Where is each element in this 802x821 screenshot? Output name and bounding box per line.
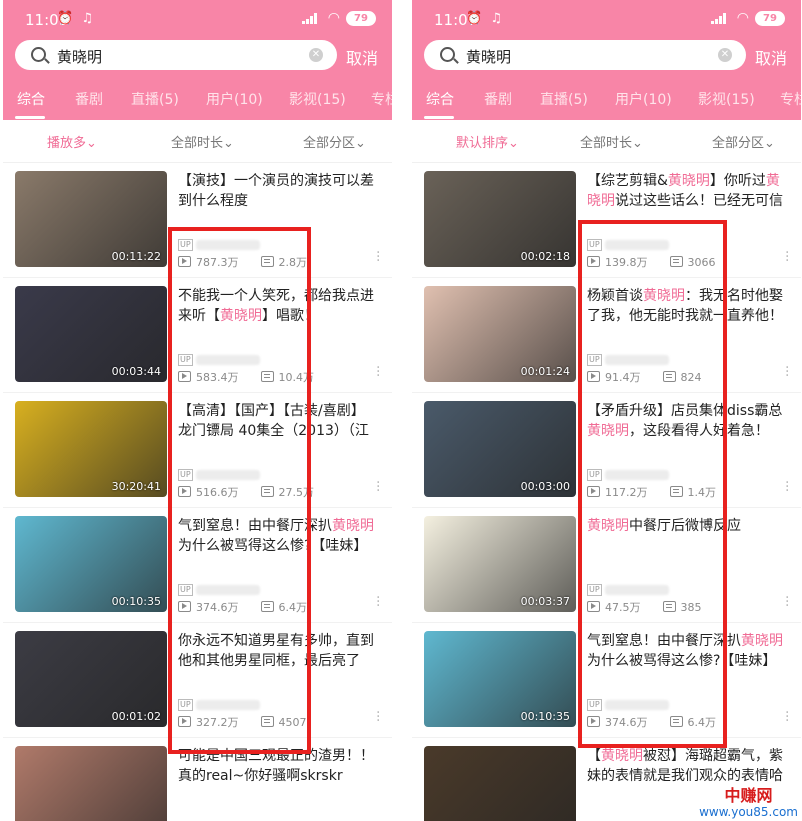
video-thumbnail[interactable]: 00:10:35	[424, 631, 576, 727]
highlight-box-left	[168, 227, 311, 754]
video-thumbnail[interactable]: 00:03:37	[424, 516, 576, 612]
more-options-icon[interactable]: · · ·	[376, 361, 380, 383]
search-query: 黄晓明	[57, 48, 103, 66]
video-thumbnail[interactable]	[424, 746, 576, 821]
video-thumbnail[interactable]: 00:10:35	[15, 516, 167, 612]
video-duration: 00:03:00	[520, 480, 570, 493]
result-tabs: 综合 番剧 直播(5) 用户(10) 影视(15) 专栏	[3, 82, 392, 120]
tab-users[interactable]: 用户(10)	[615, 89, 672, 109]
filter-bar: 默认排序⌄ 全部时长⌄ 全部分区⌄	[412, 120, 801, 163]
more-options-icon[interactable]: · · ·	[376, 591, 380, 613]
highlight-box-right	[578, 220, 727, 748]
battery-icon: 79	[755, 11, 785, 26]
highlighted-keyword: 黄晓明	[601, 748, 643, 764]
title-text: 【演技】一个演员的演技可以差到什么程度	[178, 173, 374, 209]
duration-filter[interactable]: 全部时长⌄	[171, 132, 234, 151]
clear-icon[interactable]: ✕	[309, 48, 323, 62]
video-duration: 00:01:24	[520, 365, 570, 378]
site-watermark: 中赚网 www.you85.com	[699, 786, 798, 820]
app-header: 11:09 ⏰ ♫ ◠ 79 黄晓明 ✕ 取消 综合 番剧 直播(5) 用户(1…	[3, 0, 392, 120]
active-tab-indicator	[15, 116, 45, 119]
highlighted-keyword: 黄晓明	[667, 173, 710, 189]
search-icon	[440, 47, 455, 62]
tab-users[interactable]: 用户(10)	[206, 89, 263, 109]
video-title[interactable]: 【综艺剪辑&黄晓明】你听过黄晓明说过这些话么！已经无可信度…	[587, 171, 787, 211]
more-options-icon[interactable]: · · ·	[376, 476, 380, 498]
more-options-icon[interactable]: · · ·	[785, 706, 789, 728]
video-duration: 00:01:02	[111, 710, 161, 723]
more-options-icon[interactable]: · · ·	[785, 246, 789, 268]
video-title[interactable]: 【黄晓明被怼】海璐超霸气，紫妹的表情就是我们观众的表情哈哈…	[587, 746, 787, 786]
video-thumbnail[interactable]: 30:20:41	[15, 401, 167, 497]
filter-bar: 播放多⌄ 全部时长⌄ 全部分区⌄	[3, 120, 392, 163]
alarm-headset-icons: ⏰ ♫	[57, 11, 95, 26]
result-tabs: 综合 番剧 直播(5) 用户(10) 影视(15) 专栏	[412, 82, 801, 120]
more-options-icon[interactable]: · · ·	[785, 361, 789, 383]
cancel-button[interactable]: 取消	[755, 45, 787, 69]
highlighted-keyword: 黄晓明	[332, 518, 374, 534]
video-duration: 00:10:35	[111, 595, 161, 608]
more-options-icon[interactable]: · · ·	[376, 706, 380, 728]
search-icon	[31, 47, 46, 62]
video-thumbnail[interactable]: 00:01:24	[424, 286, 576, 382]
video-thumbnail[interactable]: 00:03:44	[15, 286, 167, 382]
tab-live[interactable]: 直播(5)	[131, 89, 179, 109]
video-title[interactable]: 【演技】一个演员的演技可以差到什么程度	[178, 171, 378, 211]
sort-filter[interactable]: 默认排序⌄	[456, 132, 519, 151]
tab-bangumi[interactable]: 番剧	[484, 89, 512, 109]
tab-live[interactable]: 直播(5)	[540, 89, 588, 109]
video-duration: 00:11:22	[111, 250, 161, 263]
status-bar: 11:09 ⏰ ♫ ◠ 79	[3, 0, 392, 36]
tab-movies[interactable]: 影视(15)	[289, 89, 346, 109]
cancel-button[interactable]: 取消	[346, 45, 378, 69]
tab-articles[interactable]: 专栏	[780, 89, 801, 109]
more-options-icon[interactable]: · · ·	[785, 476, 789, 498]
search-input[interactable]: 黄晓明 ✕	[424, 40, 746, 70]
signal-icon	[711, 13, 726, 24]
video-duration: 00:10:35	[520, 710, 570, 723]
tab-bangumi[interactable]: 番剧	[75, 89, 103, 109]
signal-icon	[302, 13, 317, 24]
tab-movies[interactable]: 影视(15)	[698, 89, 755, 109]
active-tab-indicator	[424, 116, 454, 119]
tab-all[interactable]: 综合	[426, 89, 454, 109]
title-text: 【综艺剪辑&	[587, 173, 668, 189]
video-thumbnail[interactable]: 00:03:00	[424, 401, 576, 497]
search-query: 黄晓明	[466, 48, 512, 66]
video-duration: 00:03:44	[111, 365, 161, 378]
clear-icon[interactable]: ✕	[718, 48, 732, 62]
title-text: 【	[587, 748, 601, 764]
sort-filter[interactable]: 播放多⌄	[47, 132, 97, 151]
video-thumbnail[interactable]: 00:11:22	[15, 171, 167, 267]
watermark-url: www.you85.com	[699, 805, 798, 819]
video-thumbnail[interactable]: 00:01:02	[15, 631, 167, 727]
watermark-title: 中赚网	[724, 786, 773, 805]
highlighted-keyword: 黄晓明	[741, 633, 783, 649]
video-thumbnail[interactable]: 00:02:18	[424, 171, 576, 267]
title-text: 】你听过	[709, 173, 766, 189]
search-input[interactable]: 黄晓明 ✕	[15, 40, 337, 70]
video-thumbnail[interactable]	[15, 746, 167, 821]
tab-all[interactable]: 综合	[17, 89, 45, 109]
video-duration: 00:02:18	[520, 250, 570, 263]
wifi-icon: ◠	[736, 10, 749, 26]
more-options-icon[interactable]: · · ·	[376, 246, 380, 268]
more-options-icon[interactable]: · · ·	[785, 591, 789, 613]
video-duration: 00:03:37	[520, 595, 570, 608]
status-bar: 11:07 ⏰ ♫ ◠ 79	[412, 0, 801, 36]
category-filter[interactable]: 全部分区⌄	[712, 132, 775, 151]
category-filter[interactable]: 全部分区⌄	[303, 132, 366, 151]
tab-articles[interactable]: 专栏	[371, 89, 392, 109]
app-header: 11:07 ⏰ ♫ ◠ 79 黄晓明 ✕ 取消 综合 番剧 直播(5) 用户(1…	[412, 0, 801, 120]
title-text: 说过这些话么！已经无可信度…	[615, 193, 783, 209]
battery-icon: 79	[346, 11, 376, 26]
alarm-headset-icons: ⏰ ♫	[466, 11, 504, 26]
wifi-icon: ◠	[327, 10, 340, 26]
video-duration: 30:20:41	[111, 480, 161, 493]
duration-filter[interactable]: 全部时长⌄	[580, 132, 643, 151]
